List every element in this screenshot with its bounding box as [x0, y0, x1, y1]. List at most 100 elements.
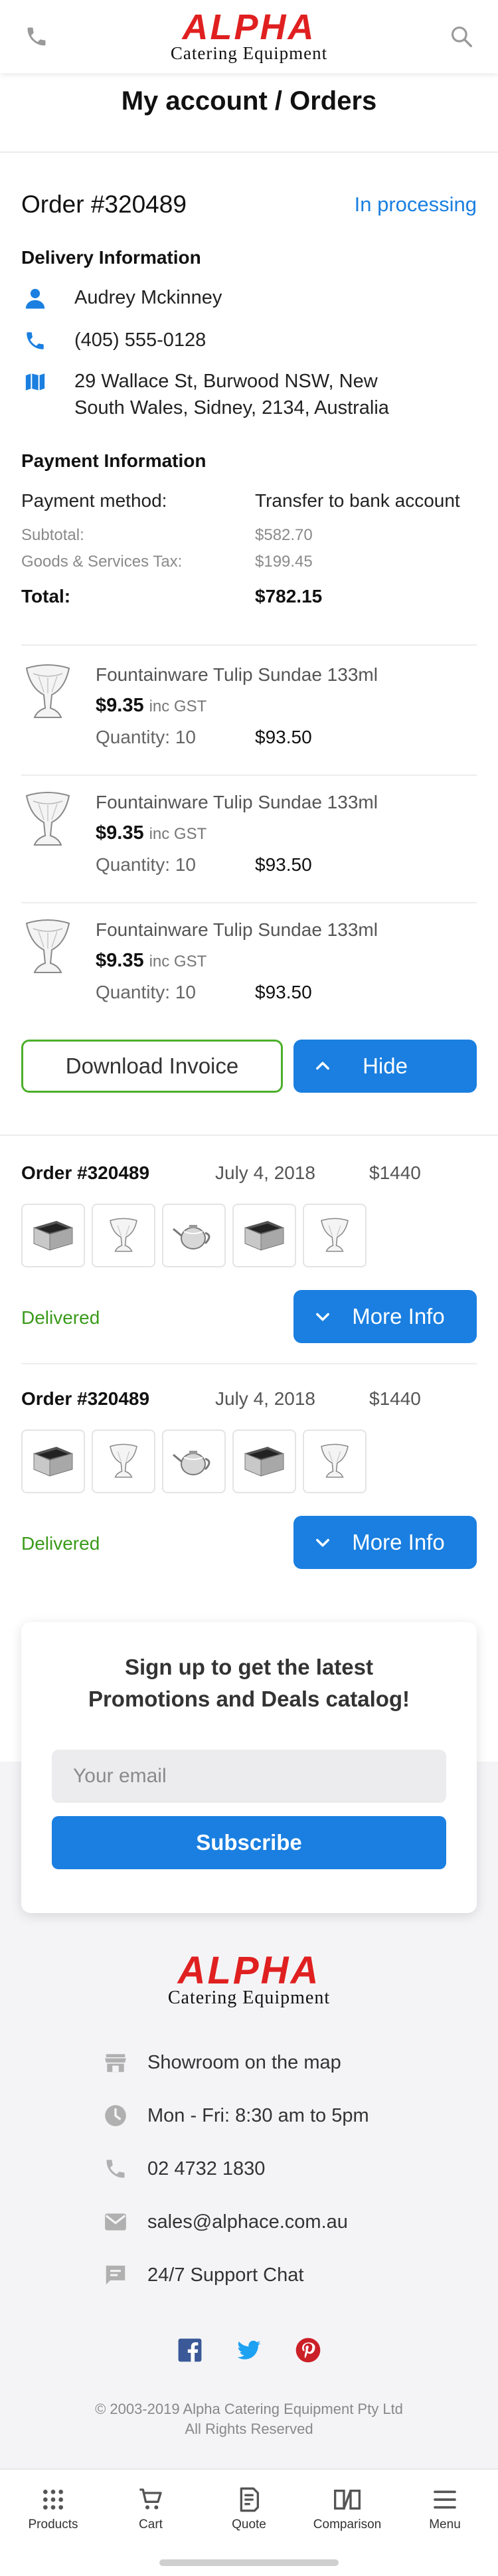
gst-value: $199.45 — [255, 553, 313, 571]
product-quantity: Quantity: 10 — [96, 854, 196, 875]
sundae-glass-thumbnail[interactable] — [303, 1204, 367, 1267]
nav-cart[interactable]: Cart — [111, 2484, 191, 2532]
email-field[interactable] — [52, 1750, 446, 1803]
product-gst-note: inc GST — [149, 953, 207, 970]
order-status: In processing — [354, 193, 477, 216]
order-product[interactable]: Fountainware Tulip Sundae 133ml $9.35 inc… — [21, 777, 477, 903]
footer-email-link[interactable]: sales@alphace.com.au — [101, 2207, 433, 2237]
sundae-glass-image — [21, 659, 74, 725]
order-status-delivered: Delivered — [21, 1533, 100, 1554]
nav-menu[interactable]: Menu — [405, 2484, 485, 2532]
total-label: Total: — [21, 586, 71, 606]
facebook-icon[interactable] — [175, 2335, 205, 2365]
hide-button[interactable]: Hide — [293, 1040, 477, 1093]
product-name: Fountainware Tulip Sundae 133ml — [96, 792, 378, 812]
more-info-button[interactable]: More Info — [293, 1290, 477, 1343]
divider — [21, 1363, 477, 1364]
footer-chat-link[interactable]: 24/7 Support Chat — [101, 2260, 433, 2290]
grid-icon — [13, 2484, 93, 2515]
sundae-glass-thumbnail[interactable] — [92, 1429, 155, 1493]
top-header: ALPHA Catering Equipment — [0, 0, 498, 73]
order-thumbnails — [21, 1204, 367, 1267]
sundae-glass-thumbnail[interactable] — [303, 1429, 367, 1493]
chafing-dish-thumbnail[interactable] — [232, 1429, 296, 1493]
newsletter-title-line-1: Sign up to get the latest — [124, 1655, 373, 1679]
nav-quote[interactable]: Quote — [209, 2484, 289, 2532]
footer-showroom-link[interactable]: Showroom on the map — [101, 2048, 433, 2077]
copyright-line-1: © 2003-2019 Alpha Catering Equipment Pty… — [95, 2401, 403, 2417]
social-links — [175, 2335, 323, 2365]
product-price-row: $9.35 inc GST — [96, 695, 207, 717]
footer-hours-text: Mon - Fri: 8:30 am to 5pm — [147, 2104, 369, 2126]
sundae-glass-thumbnail[interactable] — [92, 1204, 155, 1267]
copyright-line-2: All Rights Reserved — [185, 2421, 313, 2437]
nav-quote-label: Quote — [232, 2518, 266, 2531]
subtotal-label: Subtotal: — [21, 526, 84, 544]
page-title: My account / Orders — [121, 86, 377, 116]
sundae-glass-image — [21, 786, 74, 853]
comparison-icon — [307, 2484, 387, 2515]
product-line-total: $93.50 — [255, 854, 312, 875]
divider — [21, 644, 477, 646]
nav-menu-label: Menu — [429, 2518, 461, 2531]
chat-icon — [101, 2260, 130, 2290]
order-title: Order #320489 — [21, 191, 187, 218]
product-price: $9.35 — [96, 695, 144, 716]
delivery-name: Audrey Mckinney — [74, 287, 222, 308]
product-quantity: Quantity: 10 — [96, 727, 196, 747]
order-summary-title[interactable]: Order #320489 — [21, 1388, 149, 1410]
product-line-total: $93.50 — [255, 982, 312, 1002]
chafing-dish-thumbnail[interactable] — [232, 1204, 296, 1267]
chafing-dish-thumbnail[interactable] — [21, 1429, 85, 1493]
divider — [21, 775, 477, 776]
footer-phone-text: 02 4732 1830 — [147, 2158, 266, 2179]
phone-icon[interactable] — [20, 20, 53, 53]
gst-label: Goods & Services Tax: — [21, 553, 183, 571]
clock-icon — [101, 2101, 130, 2130]
subscribe-button[interactable]: Subscribe — [52, 1816, 446, 1869]
cart-icon — [111, 2484, 191, 2515]
order-summary-date: July 4, 2018 — [215, 1388, 315, 1409]
footer-chat-text: 24/7 Support Chat — [147, 2264, 304, 2286]
product-gst-note: inc GST — [149, 697, 207, 715]
menu-icon — [405, 2484, 485, 2515]
phone-icon — [21, 327, 49, 355]
pinterest-icon[interactable] — [293, 2335, 323, 2365]
logo-sub-text: Catering Equipment — [167, 1987, 331, 2008]
delivery-address-row: 29 Wallace St, Burwood NSW, New South Wa… — [21, 368, 479, 421]
order-summary-title[interactable]: Order #320489 — [21, 1162, 149, 1184]
order-thumbnails — [21, 1429, 367, 1493]
teapot-thumbnail[interactable] — [162, 1204, 226, 1267]
logo-sub-text: Catering Equipment — [170, 43, 328, 63]
footer-phone-link[interactable]: 02 4732 1830 — [101, 2154, 433, 2183]
delivery-address: 29 Wallace St, Burwood NSW, New South Wa… — [74, 368, 389, 421]
product-quantity: Quantity: 10 — [96, 982, 196, 1002]
search-icon[interactable] — [445, 20, 478, 53]
teapot-thumbnail[interactable] — [162, 1429, 226, 1493]
home-indicator[interactable] — [159, 2559, 339, 2566]
twitter-icon[interactable] — [234, 2335, 264, 2365]
map-icon — [21, 368, 49, 396]
hide-label: Hide — [363, 1054, 408, 1078]
delivery-phone: (405) 555-0128 — [74, 329, 207, 351]
brand-logo[interactable]: ALPHA Catering Equipment — [149, 9, 349, 64]
product-gst-note: inc GST — [149, 825, 207, 843]
person-icon — [21, 284, 49, 312]
order-status-delivered: Delivered — [21, 1307, 100, 1328]
nav-products[interactable]: Products — [13, 2484, 93, 2532]
phone-icon — [101, 2154, 130, 2183]
nav-comparison[interactable]: Comparison — [307, 2484, 387, 2532]
newsletter-card: Sign up to get the latest Promotions and… — [21, 1622, 477, 1913]
order-product[interactable]: Fountainware Tulip Sundae 133ml $9.35 inc… — [21, 650, 477, 776]
product-price: $9.35 — [96, 822, 144, 844]
order-product[interactable]: Fountainware Tulip Sundae 133ml $9.35 inc… — [21, 905, 477, 1031]
order-summary-price: $1440 — [369, 1162, 421, 1183]
more-info-button[interactable]: More Info — [293, 1516, 477, 1569]
chafing-dish-thumbnail[interactable] — [21, 1204, 85, 1267]
logo-main-text: ALPHA — [182, 7, 316, 47]
download-invoice-button[interactable]: Download Invoice — [21, 1040, 283, 1093]
nav-cart-label: Cart — [139, 2518, 163, 2531]
product-line-total: $93.50 — [255, 727, 312, 747]
payment-method-label: Payment method: — [21, 490, 167, 511]
footer-logo[interactable]: ALPHA Catering Equipment — [133, 1952, 365, 2007]
